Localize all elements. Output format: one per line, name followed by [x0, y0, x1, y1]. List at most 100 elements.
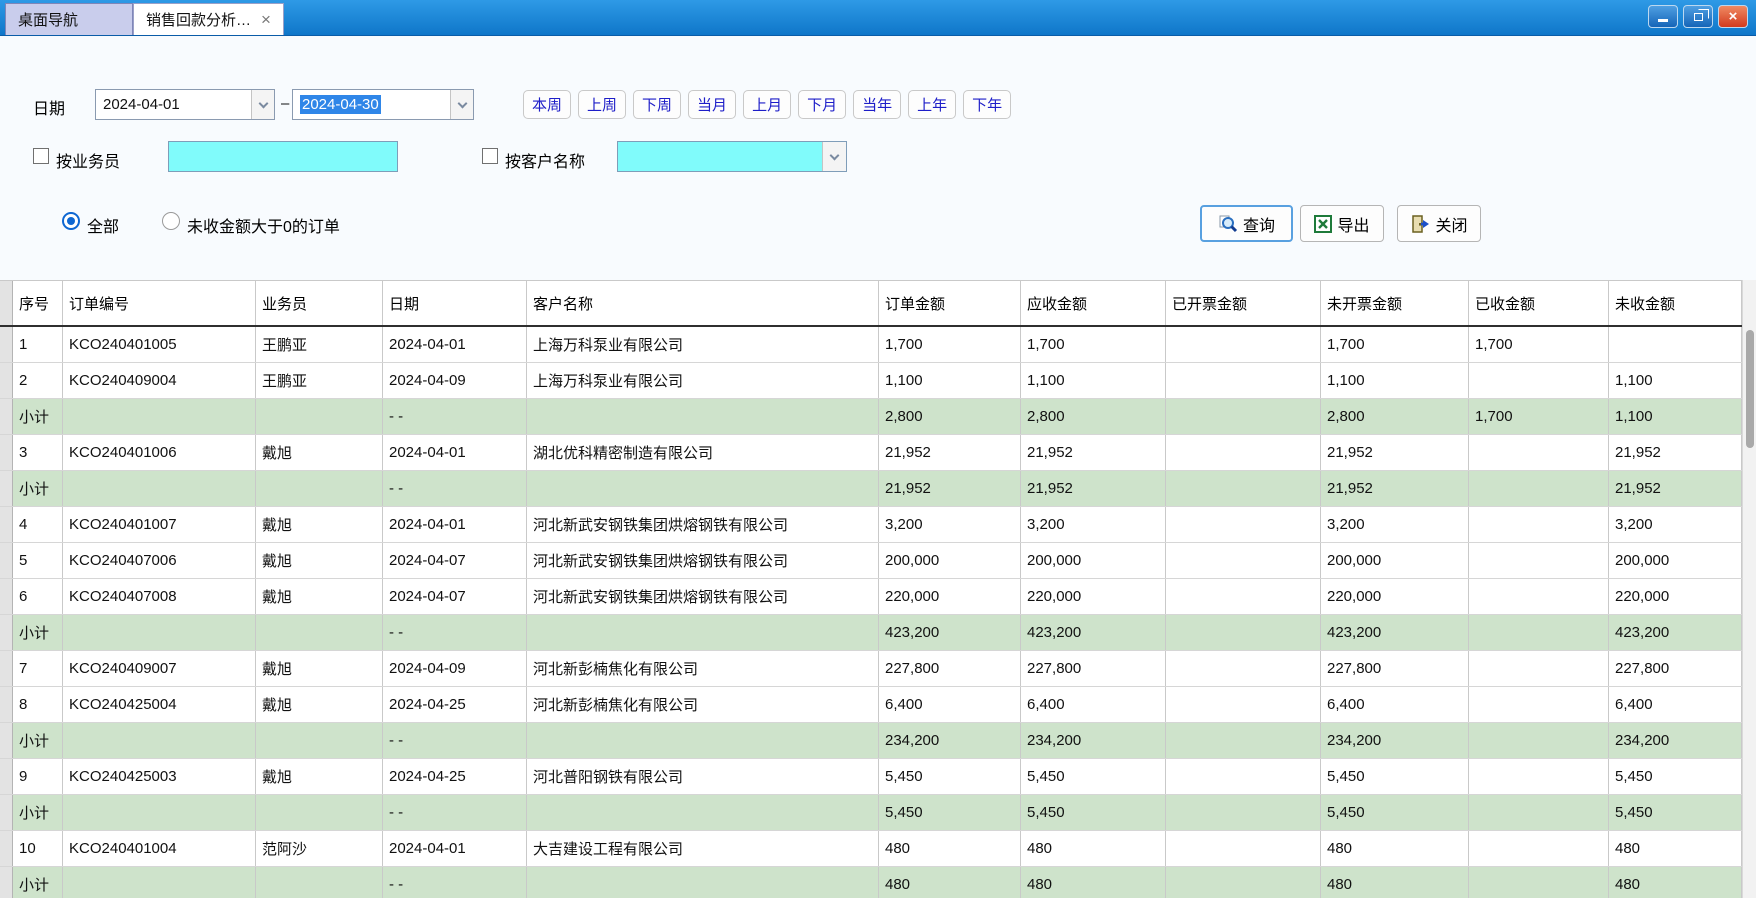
table-cell[interactable] [1469, 507, 1609, 542]
table-cell[interactable]: - - [383, 399, 527, 434]
table-cell[interactable]: 6,400 [879, 687, 1021, 722]
table-cell[interactable]: 1,100 [1609, 363, 1742, 398]
table-cell[interactable]: 227,800 [1021, 651, 1166, 686]
table-cell[interactable]: 大吉建设工程有限公司 [527, 831, 879, 866]
row-selector[interactable] [0, 867, 13, 898]
header-cell-8[interactable]: 未开票金额 [1321, 281, 1469, 325]
table-cell[interactable]: 1,700 [1021, 327, 1166, 362]
table-cell[interactable] [1469, 687, 1609, 722]
table-row[interactable]: 5KCO240407006戴旭2024-04-07河北新武安钢铁集团烘熔钢铁有限… [0, 543, 1742, 579]
table-row[interactable]: 2KCO240409004王鹏亚2024-04-09上海万科泵业有限公司1,10… [0, 363, 1742, 399]
table-cell[interactable]: 小计 [13, 471, 63, 506]
table-cell[interactable] [256, 471, 383, 506]
tab-sales-payment-analysis[interactable]: 销售回款分析… × [133, 3, 284, 35]
table-cell[interactable] [1469, 579, 1609, 614]
table-row[interactable]: 6KCO240407008戴旭2024-04-07河北新武安钢铁集团烘熔钢铁有限… [0, 579, 1742, 615]
table-cell[interactable]: - - [383, 615, 527, 650]
restore-button[interactable] [1683, 5, 1713, 28]
table-cell[interactable]: KCO240409004 [63, 363, 256, 398]
window-close-button[interactable]: × [1718, 5, 1748, 28]
table-cell[interactable]: KCO240425003 [63, 759, 256, 794]
table-cell[interactable]: KCO240401006 [63, 435, 256, 470]
table-cell[interactable] [63, 867, 256, 898]
table-row[interactable]: 1KCO240401005王鹏亚2024-04-01上海万科泵业有限公司1,70… [0, 327, 1742, 363]
table-cell[interactable]: 200,000 [879, 543, 1021, 578]
table-cell[interactable] [1166, 363, 1321, 398]
quick-range-button-2[interactable]: 下周 [633, 90, 681, 119]
table-cell[interactable]: 范阿沙 [256, 831, 383, 866]
header-cell-3[interactable]: 日期 [383, 281, 527, 325]
minimize-button[interactable] [1648, 5, 1678, 28]
table-cell[interactable]: 2024-04-09 [383, 363, 527, 398]
table-cell[interactable]: 1,700 [1321, 327, 1469, 362]
subtotal-row[interactable]: 小计- -5,4505,4505,4505,450 [0, 795, 1742, 831]
table-cell[interactable] [527, 615, 879, 650]
table-cell[interactable] [256, 867, 383, 898]
table-cell[interactable]: 小计 [13, 615, 63, 650]
table-cell[interactable] [1166, 615, 1321, 650]
table-cell[interactable]: 3 [13, 435, 63, 470]
table-cell[interactable]: 2024-04-01 [383, 327, 527, 362]
table-cell[interactable]: 2,800 [1321, 399, 1469, 434]
table-cell[interactable]: 2024-04-25 [383, 687, 527, 722]
table-cell[interactable]: 河北新武安钢铁集团烘熔钢铁有限公司 [527, 507, 879, 542]
table-cell[interactable] [527, 471, 879, 506]
table-cell[interactable]: 小计 [13, 399, 63, 434]
row-selector[interactable] [0, 435, 13, 470]
table-cell[interactable]: KCO240425004 [63, 687, 256, 722]
quick-range-button-3[interactable]: 当月 [688, 90, 736, 119]
table-cell[interactable] [1469, 723, 1609, 758]
table-cell[interactable]: 戴旭 [256, 579, 383, 614]
row-selector[interactable] [0, 363, 13, 398]
table-cell[interactable] [1166, 435, 1321, 470]
table-cell[interactable]: 2024-04-07 [383, 579, 527, 614]
table-cell[interactable]: 戴旭 [256, 651, 383, 686]
header-cell-0[interactable]: 序号 [13, 281, 63, 325]
table-cell[interactable]: 21,952 [1321, 471, 1469, 506]
table-cell[interactable]: 小计 [13, 795, 63, 830]
table-cell[interactable]: 7 [13, 651, 63, 686]
tab-desktop-nav[interactable]: 桌面导航 [5, 3, 133, 35]
table-cell[interactable]: 227,800 [1609, 651, 1742, 686]
scrollbar-thumb[interactable] [1746, 330, 1754, 448]
date-from-combobox[interactable]: 2024-04-01 [95, 89, 275, 120]
table-cell[interactable]: 21,952 [1609, 435, 1742, 470]
row-selector[interactable] [0, 723, 13, 758]
row-selector[interactable] [0, 795, 13, 830]
quick-range-button-0[interactable]: 本周 [523, 90, 571, 119]
table-cell[interactable]: KCO240401004 [63, 831, 256, 866]
table-cell[interactable] [1469, 363, 1609, 398]
table-cell[interactable]: KCO240409007 [63, 651, 256, 686]
table-cell[interactable]: 1 [13, 327, 63, 362]
table-cell[interactable]: 480 [879, 867, 1021, 898]
table-cell[interactable]: 1,700 [1469, 399, 1609, 434]
row-selector[interactable] [0, 543, 13, 578]
table-cell[interactable] [256, 795, 383, 830]
table-cell[interactable]: 1,700 [879, 327, 1021, 362]
table-cell[interactable]: 423,200 [1321, 615, 1469, 650]
table-cell[interactable] [1469, 651, 1609, 686]
table-cell[interactable] [1469, 543, 1609, 578]
table-cell[interactable]: 6,400 [1321, 687, 1469, 722]
subtotal-row[interactable]: 小计- -234,200234,200234,200234,200 [0, 723, 1742, 759]
table-cell[interactable]: 6 [13, 579, 63, 614]
table-cell[interactable]: 21,952 [1021, 471, 1166, 506]
table-row[interactable]: 8KCO240425004戴旭2024-04-25河北新彭楠焦化有限公司6,40… [0, 687, 1742, 723]
quick-range-button-7[interactable]: 上年 [908, 90, 956, 119]
table-cell[interactable]: 河北新彭楠焦化有限公司 [527, 687, 879, 722]
table-cell[interactable] [1609, 327, 1742, 362]
table-cell[interactable] [1469, 759, 1609, 794]
table-cell[interactable]: 21,952 [879, 471, 1021, 506]
row-selector[interactable] [0, 831, 13, 866]
table-cell[interactable]: 3,200 [1021, 507, 1166, 542]
table-cell[interactable] [63, 399, 256, 434]
table-cell[interactable] [63, 723, 256, 758]
table-cell[interactable] [1469, 831, 1609, 866]
table-cell[interactable]: 220,000 [1321, 579, 1469, 614]
table-row[interactable]: 7KCO240409007戴旭2024-04-09河北新彭楠焦化有限公司227,… [0, 651, 1742, 687]
table-cell[interactable] [1166, 867, 1321, 898]
table-cell[interactable] [1166, 399, 1321, 434]
header-cell-6[interactable]: 应收金额 [1021, 281, 1166, 325]
table-cell[interactable]: 河北新彭楠焦化有限公司 [527, 651, 879, 686]
table-cell[interactable]: 4 [13, 507, 63, 542]
